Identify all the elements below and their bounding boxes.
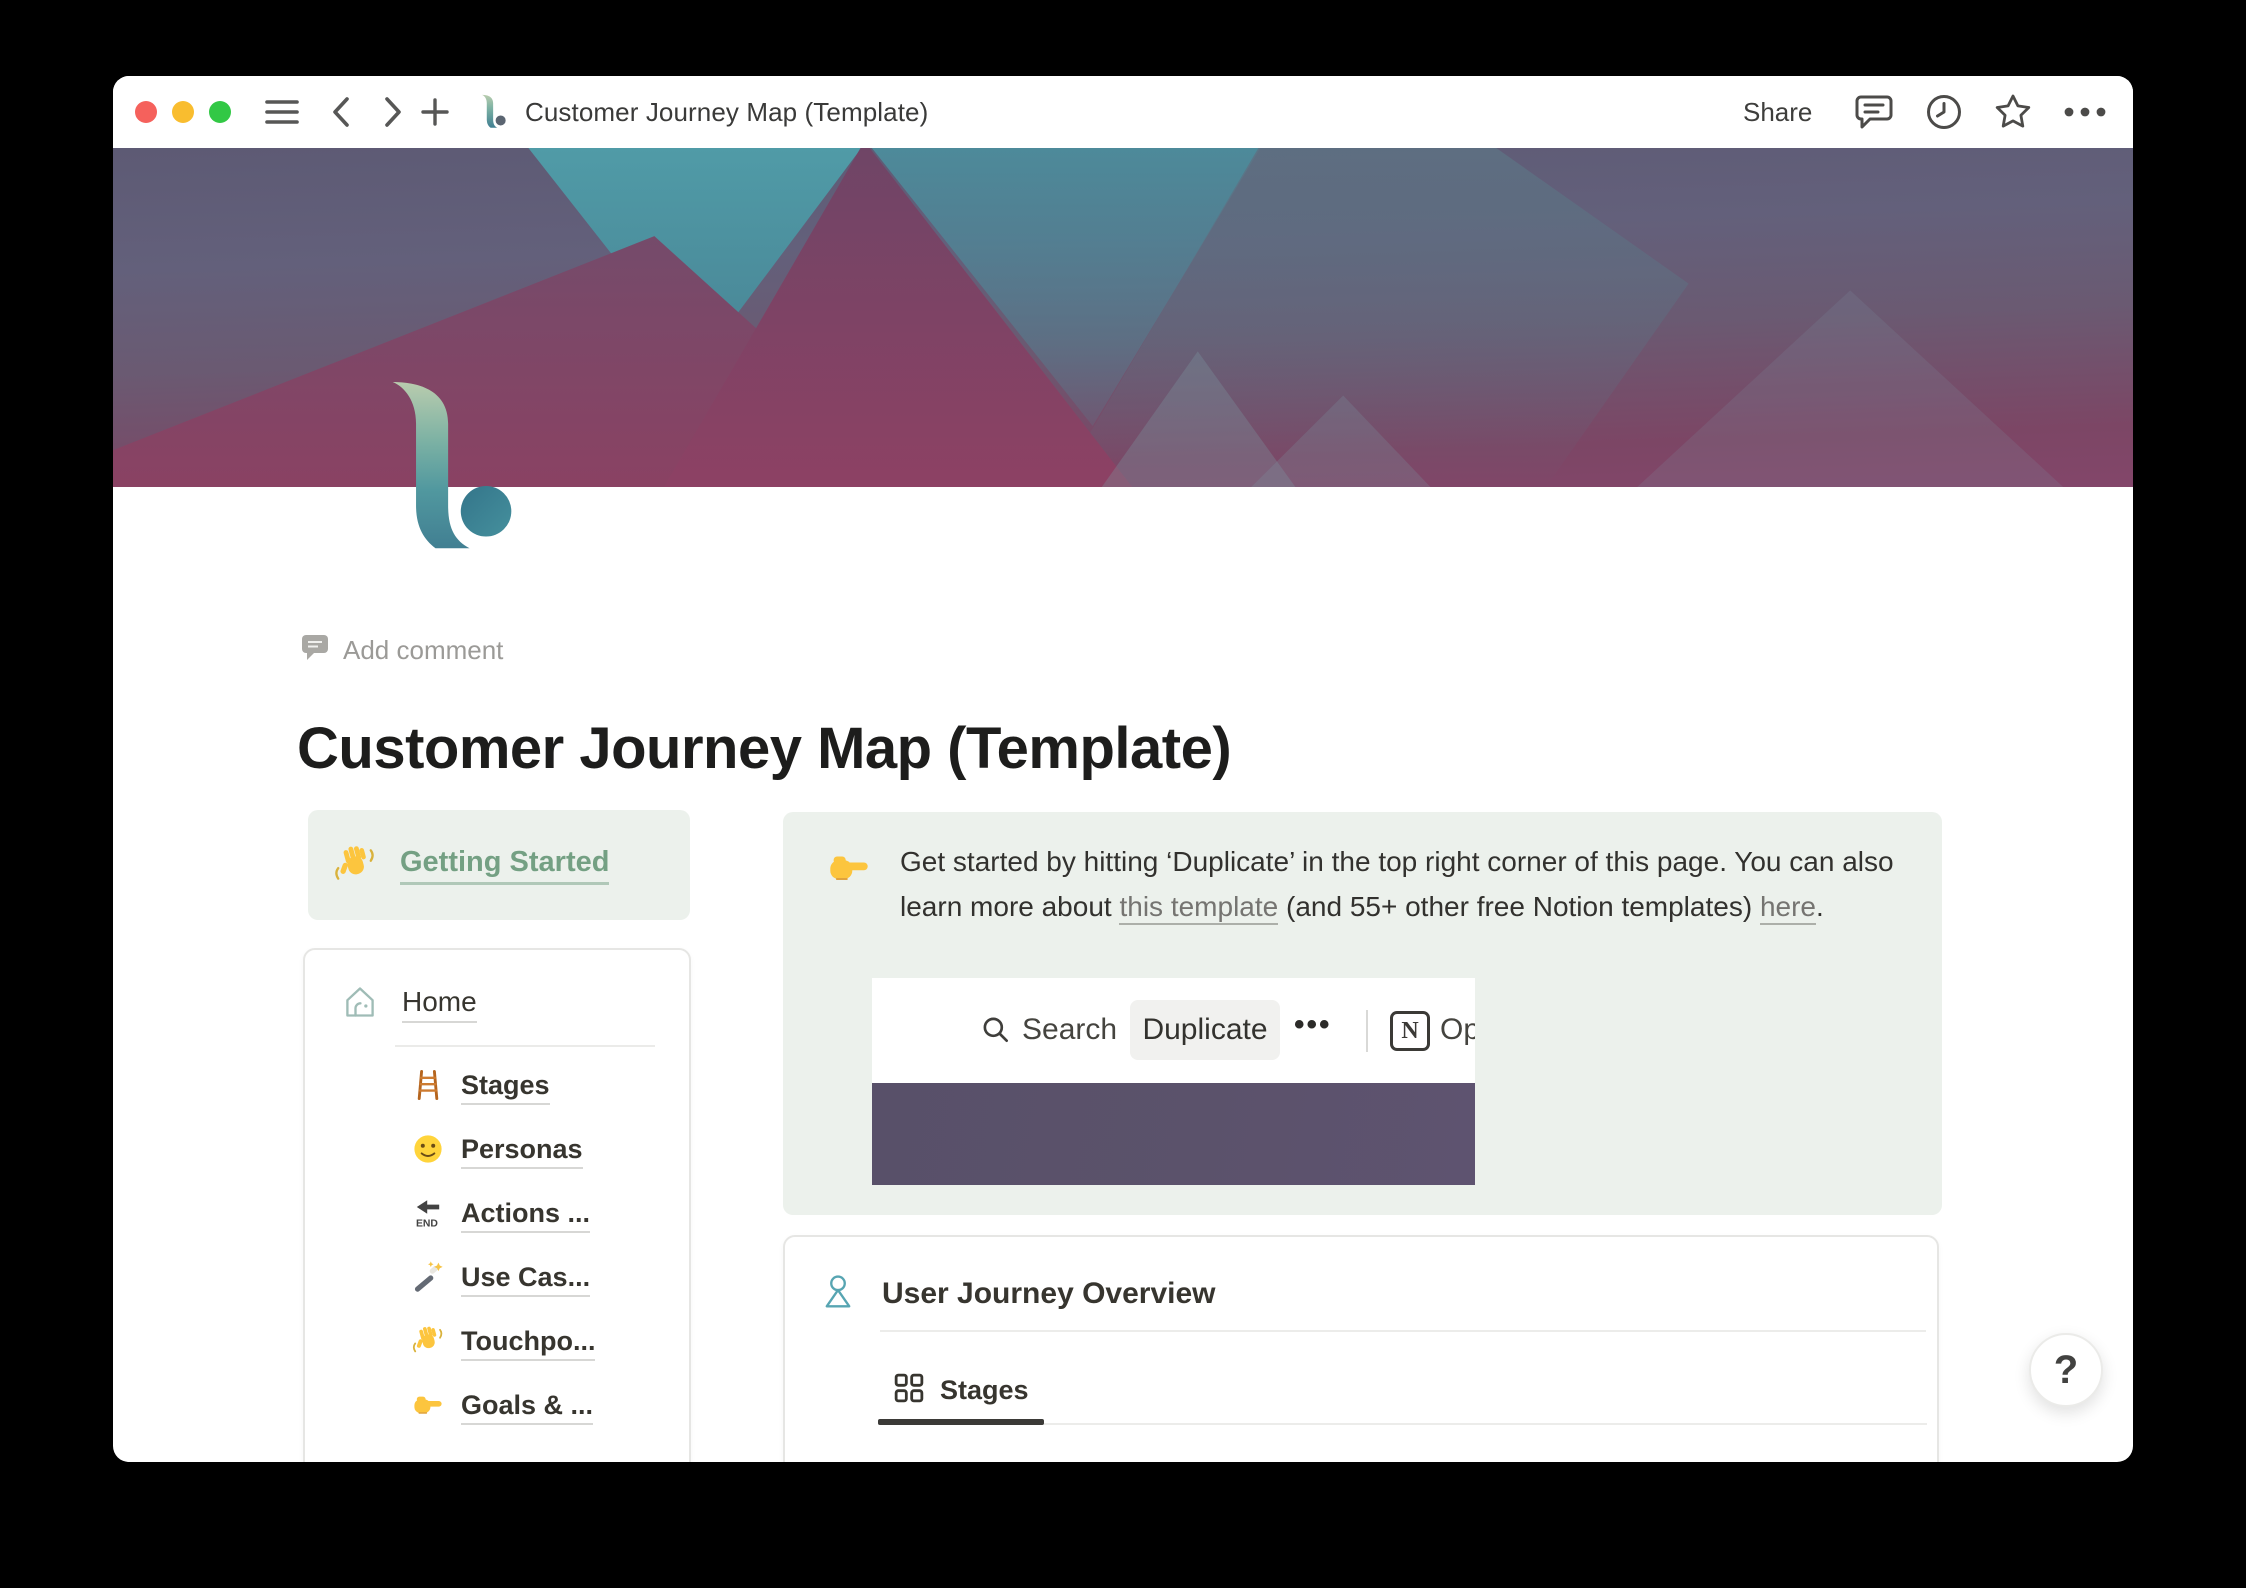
screenshot-topbar: Search Duplicate ••• N Op <box>872 978 1475 1083</box>
waving-hand-emoji <box>412 1325 444 1362</box>
ladder-emoji <box>412 1069 444 1106</box>
screenshot-more-dots: ••• <box>1294 1008 1332 1041</box>
window-title: Customer Journey Map (Template) <box>525 96 929 127</box>
home-card: Home Stages Personas END Actions ... Use… <box>303 948 691 1462</box>
waving-hand-emoji <box>334 844 376 886</box>
history-clock-icon[interactable] <box>1925 76 1963 148</box>
duplicate-instructions-callout: Get started by hitting ‘Duplicate’ in th… <box>783 812 1942 1215</box>
sub-page-link-touchpoints[interactable]: Touchpo... <box>305 1311 689 1375</box>
callout-text-part: . <box>1815 891 1824 922</box>
smiling-face-emoji <box>412 1133 444 1170</box>
sub-page-label: Stages <box>461 1070 550 1105</box>
sub-page-link-goals[interactable]: Goals & ... <box>305 1375 689 1439</box>
callout-text: Get started by hitting ‘Duplicate’ in th… <box>900 839 1910 929</box>
zoom-window-button[interactable] <box>209 101 231 123</box>
page-icon-logo[interactable] <box>385 381 520 556</box>
forward-icon[interactable] <box>383 76 403 148</box>
person-icon <box>820 1273 856 1314</box>
screenshot-open-label: Op <box>1440 1013 1475 1046</box>
end-arrow-emoji: END <box>412 1197 444 1234</box>
comment-bubble-icon <box>300 632 330 669</box>
pointing-right-emoji <box>412 1389 444 1426</box>
sub-page-label: Touchpo... <box>461 1326 596 1361</box>
active-tab-underline <box>878 1419 1044 1425</box>
page-favicon-logo <box>481 76 507 148</box>
hamburger-menu-icon[interactable] <box>265 76 299 148</box>
getting-started-callout: Getting Started <box>308 810 690 920</box>
close-window-button[interactable] <box>135 101 157 123</box>
comments-icon[interactable] <box>1853 76 1895 148</box>
sub-page-link-use-cases[interactable]: Use Cas... <box>305 1247 689 1311</box>
notion-logo-icon: N <box>1390 1011 1430 1051</box>
sub-page-label: Actions ... <box>461 1198 591 1233</box>
screenshot-duplicate-button: Duplicate <box>1130 1000 1280 1060</box>
favorite-star-icon[interactable] <box>1993 76 2033 148</box>
tab-stages[interactable]: Stages <box>894 1373 1029 1408</box>
titlebar: Customer Journey Map (Template) Share <box>113 76 2133 148</box>
add-comment-button[interactable]: Add comment <box>300 632 503 669</box>
sub-page-link-stages[interactable]: Stages <box>305 1055 689 1119</box>
magic-wand-emoji <box>412 1260 444 1298</box>
screenshot-search-label: Search <box>1022 1013 1118 1046</box>
house-icon <box>342 984 378 1025</box>
more-options-icon[interactable] <box>2063 76 2107 148</box>
add-comment-label: Add comment <box>343 635 504 665</box>
divider <box>880 1330 1926 1332</box>
overview-header[interactable]: User Journey Overview <box>820 1273 1216 1314</box>
sub-page-label: Use Cas... <box>461 1262 591 1297</box>
help-button[interactable]: ? <box>2029 1333 2103 1407</box>
here-link[interactable]: here <box>1759 891 1816 925</box>
page-title: Customer Journey Map (Template) <box>297 715 1232 781</box>
sub-page-link-personas[interactable]: Personas <box>305 1119 689 1183</box>
user-journey-overview-card: User Journey Overview Stages <box>783 1235 1939 1462</box>
home-link-label[interactable]: Home <box>402 986 477 1023</box>
screenshot-cover-fragment <box>872 1083 1475 1185</box>
pointing-right-emoji <box>827 846 871 890</box>
share-button[interactable]: Share <box>1743 76 1812 148</box>
svg-text:END: END <box>416 1218 438 1228</box>
home-page-link-row[interactable]: Home <box>305 950 689 1025</box>
getting-started-link[interactable]: Getting Started <box>400 846 610 885</box>
embedded-screenshot-image: Search Duplicate ••• N Op <box>872 978 1475 1185</box>
tab-stages-label: Stages <box>940 1375 1029 1405</box>
this-template-link[interactable]: this template <box>1119 891 1279 925</box>
back-icon[interactable] <box>331 76 351 148</box>
screenshot-divider <box>1366 1010 1368 1052</box>
app-window: Customer Journey Map (Template) Share Ad… <box>113 76 2133 1462</box>
overview-title: User Journey Overview <box>882 1276 1216 1310</box>
sub-page-label: Personas <box>461 1134 583 1169</box>
new-tab-icon[interactable] <box>421 76 449 148</box>
sub-page-link-actions[interactable]: END Actions ... <box>305 1183 689 1247</box>
callout-text-part: (and 55+ other free Notion templates) <box>1278 891 1760 922</box>
grid-icon <box>894 1373 924 1408</box>
minimize-window-button[interactable] <box>172 101 194 123</box>
search-icon <box>980 1014 1012 1054</box>
divider <box>395 1045 655 1047</box>
sub-page-label: Goals & ... <box>461 1390 594 1425</box>
